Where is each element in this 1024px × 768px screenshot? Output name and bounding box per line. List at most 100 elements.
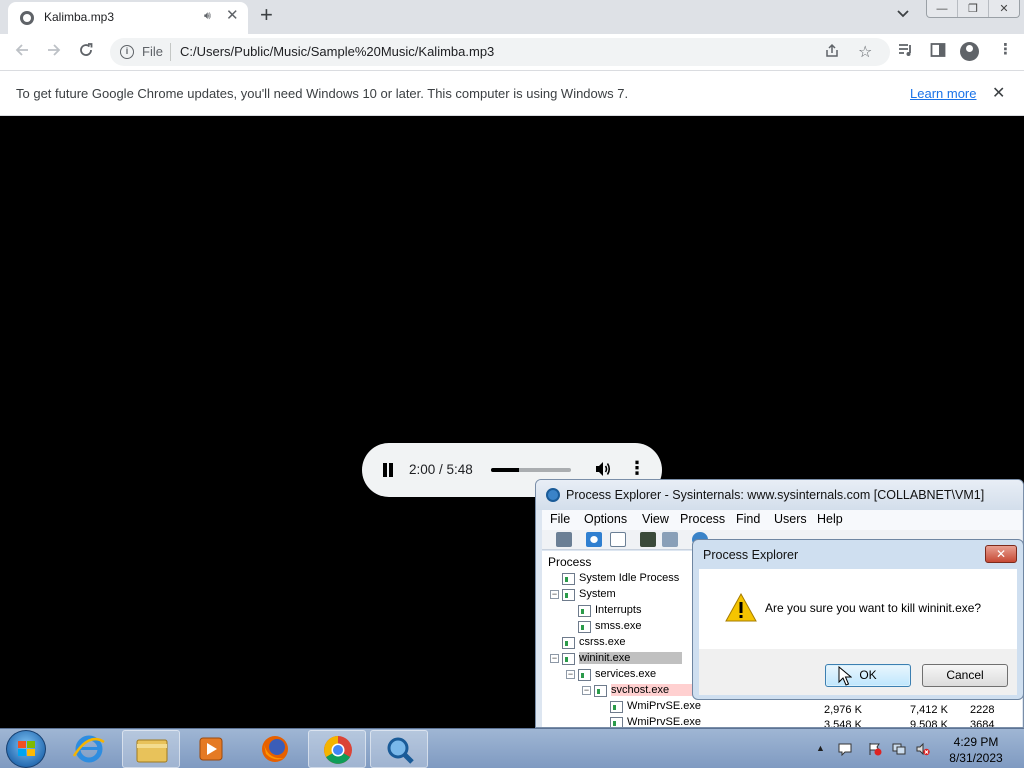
- tree-toggle-icon[interactable]: −: [566, 670, 575, 679]
- side-panel-icon[interactable]: [930, 42, 946, 61]
- player-more-icon[interactable]: ⋮: [628, 459, 646, 477]
- process-name: WmiPrvSE.exe: [627, 716, 701, 728]
- process-name: smss.exe: [595, 620, 642, 632]
- internet-explorer-icon[interactable]: [60, 730, 118, 768]
- pe-menu-options[interactable]: Options: [584, 512, 627, 526]
- tab-search-button[interactable]: [896, 8, 910, 22]
- pe-menu-help[interactable]: Help: [817, 512, 843, 526]
- pe-menu-file[interactable]: File: [550, 512, 570, 526]
- url-text[interactable]: C:/Users/Public/Music/Sample%20Music/Kal…: [180, 44, 494, 59]
- tab-close-icon[interactable]: ✕: [226, 8, 239, 23]
- reload-button[interactable]: [78, 42, 94, 61]
- new-tab-button[interactable]: +: [260, 4, 273, 26]
- clock-time: 4:29 PM: [953, 735, 999, 749]
- desktop: Kalimba.mp3 🔊︎ ✕ + — ❐ ✕ i File C:/Users…: [0, 0, 1024, 768]
- process-icon: [562, 589, 575, 601]
- minimize-button[interactable]: —: [927, 0, 958, 17]
- bookmark-star-icon[interactable]: ☆: [858, 42, 872, 62]
- windows-logo-icon: [18, 741, 36, 758]
- pid-value: 2228: [970, 704, 995, 716]
- infobar-close-icon[interactable]: ✕: [992, 83, 1005, 103]
- process-values: 2,976 K 7,412 K 2228 3,548 K 9,508 K 368…: [748, 703, 1022, 728]
- working-set-value: 9,508 K: [910, 719, 948, 728]
- cancel-button[interactable]: Cancel: [922, 664, 1008, 687]
- file-explorer-icon[interactable]: [122, 730, 180, 768]
- chrome-icon[interactable]: [308, 730, 366, 768]
- process-name: services.exe: [595, 668, 657, 680]
- tray-expand-icon[interactable]: ▲: [816, 743, 825, 753]
- seek-progress: [491, 468, 519, 472]
- process-name: svchost.exe: [611, 684, 700, 696]
- pe-menu-find[interactable]: Find: [736, 512, 760, 526]
- pe-title: Process Explorer - Sysinternals: www.sys…: [566, 488, 985, 502]
- tree-toggle-icon[interactable]: −: [550, 654, 559, 663]
- dialog-message: Are you sure you want to kill wininit.ex…: [765, 601, 982, 615]
- update-infobar: To get future Google Chrome updates, you…: [0, 70, 1024, 116]
- dialog-close-button[interactable]: ✕: [985, 545, 1017, 563]
- menu-kebab-icon[interactable]: ⋮: [998, 42, 1013, 57]
- working-set-value: 7,412 K: [910, 704, 948, 716]
- dialog-body: Are you sure you want to kill wininit.ex…: [699, 569, 1017, 649]
- profile-avatar-icon[interactable]: [960, 42, 979, 61]
- back-button[interactable]: [14, 42, 30, 61]
- volume-muted-icon[interactable]: [916, 742, 930, 756]
- process-name: csrss.exe: [579, 636, 626, 648]
- pause-icon[interactable]: [382, 463, 394, 477]
- tab-kalimba[interactable]: Kalimba.mp3 🔊︎ ✕: [8, 2, 248, 34]
- taskbar: ▲ 4:29 PM 8/31/2023: [0, 728, 1024, 768]
- process-icon: [594, 685, 607, 697]
- tree-toggle-icon[interactable]: −: [550, 590, 559, 599]
- system-info-icon[interactable]: [640, 532, 656, 547]
- pe-menu-process[interactable]: Process: [680, 512, 725, 526]
- refresh-icon[interactable]: [586, 532, 602, 547]
- tab-title: Kalimba.mp3: [44, 10, 115, 24]
- process-name: System Idle Process: [579, 572, 680, 584]
- process-row[interactable]: WmiPrvSE.exe: [542, 699, 742, 715]
- tree-toggle-icon[interactable]: −: [582, 686, 591, 695]
- media-player-icon[interactable]: [182, 730, 240, 768]
- window-controls: — ❐ ✕: [926, 0, 1020, 18]
- learn-more-link[interactable]: Learn more: [910, 86, 976, 101]
- pid-value: 3684: [970, 719, 995, 728]
- pe-titlebar[interactable]: Process Explorer - Sysinternals: www.sys…: [536, 480, 1023, 510]
- window-icon[interactable]: [610, 532, 626, 547]
- process-name: WmiPrvSE.exe: [627, 700, 701, 712]
- process-icon: [578, 669, 591, 681]
- infobar-message: To get future Google Chrome updates, you…: [16, 86, 629, 101]
- tab-strip: Kalimba.mp3 🔊︎ ✕ + — ❐ ✕: [0, 0, 1024, 34]
- restore-button[interactable]: ❐: [958, 0, 989, 17]
- private-bytes-value: 2,976 K: [824, 704, 862, 716]
- close-window-button[interactable]: ✕: [989, 0, 1019, 17]
- firefox-icon[interactable]: [246, 730, 304, 768]
- flag-alert-icon[interactable]: [868, 742, 882, 756]
- address-bar[interactable]: i File C:/Users/Public/Music/Sample%20Mu…: [110, 38, 890, 66]
- system-clock[interactable]: 4:29 PM 8/31/2023: [946, 734, 1006, 766]
- process-row[interactable]: WmiPrvSE.exe: [542, 715, 742, 728]
- globe-icon: [20, 11, 34, 25]
- seek-slider[interactable]: [491, 468, 571, 472]
- save-icon[interactable]: [556, 532, 572, 547]
- private-bytes-value: 3,548 K: [824, 719, 862, 728]
- process-explorer-icon: [546, 488, 560, 502]
- start-button[interactable]: [6, 730, 46, 768]
- speaker-icon[interactable]: 🔊︎: [204, 10, 211, 23]
- action-center-icon[interactable]: [838, 742, 852, 757]
- info-icon[interactable]: i: [120, 45, 134, 59]
- process-icon: [562, 653, 575, 665]
- network-icon[interactable]: [892, 742, 906, 756]
- process-icon: [578, 605, 591, 617]
- share-icon[interactable]: [824, 43, 840, 62]
- process-icon: [610, 701, 623, 713]
- process-name: wininit.exe: [579, 652, 683, 664]
- scheme-label: File: [142, 44, 163, 59]
- separator: [170, 43, 171, 61]
- pe-menu-users[interactable]: Users: [774, 512, 807, 526]
- pe-menu-view[interactable]: View: [642, 512, 669, 526]
- column-header-process[interactable]: Process: [548, 555, 591, 569]
- forward-button[interactable]: [46, 42, 62, 61]
- browser-toolbar: i File C:/Users/Public/Music/Sample%20Mu…: [0, 34, 1024, 70]
- process-icon: [578, 621, 591, 633]
- media-controls-icon[interactable]: [898, 42, 914, 61]
- tree-icon[interactable]: [662, 532, 678, 547]
- process-explorer-icon[interactable]: [370, 730, 428, 768]
